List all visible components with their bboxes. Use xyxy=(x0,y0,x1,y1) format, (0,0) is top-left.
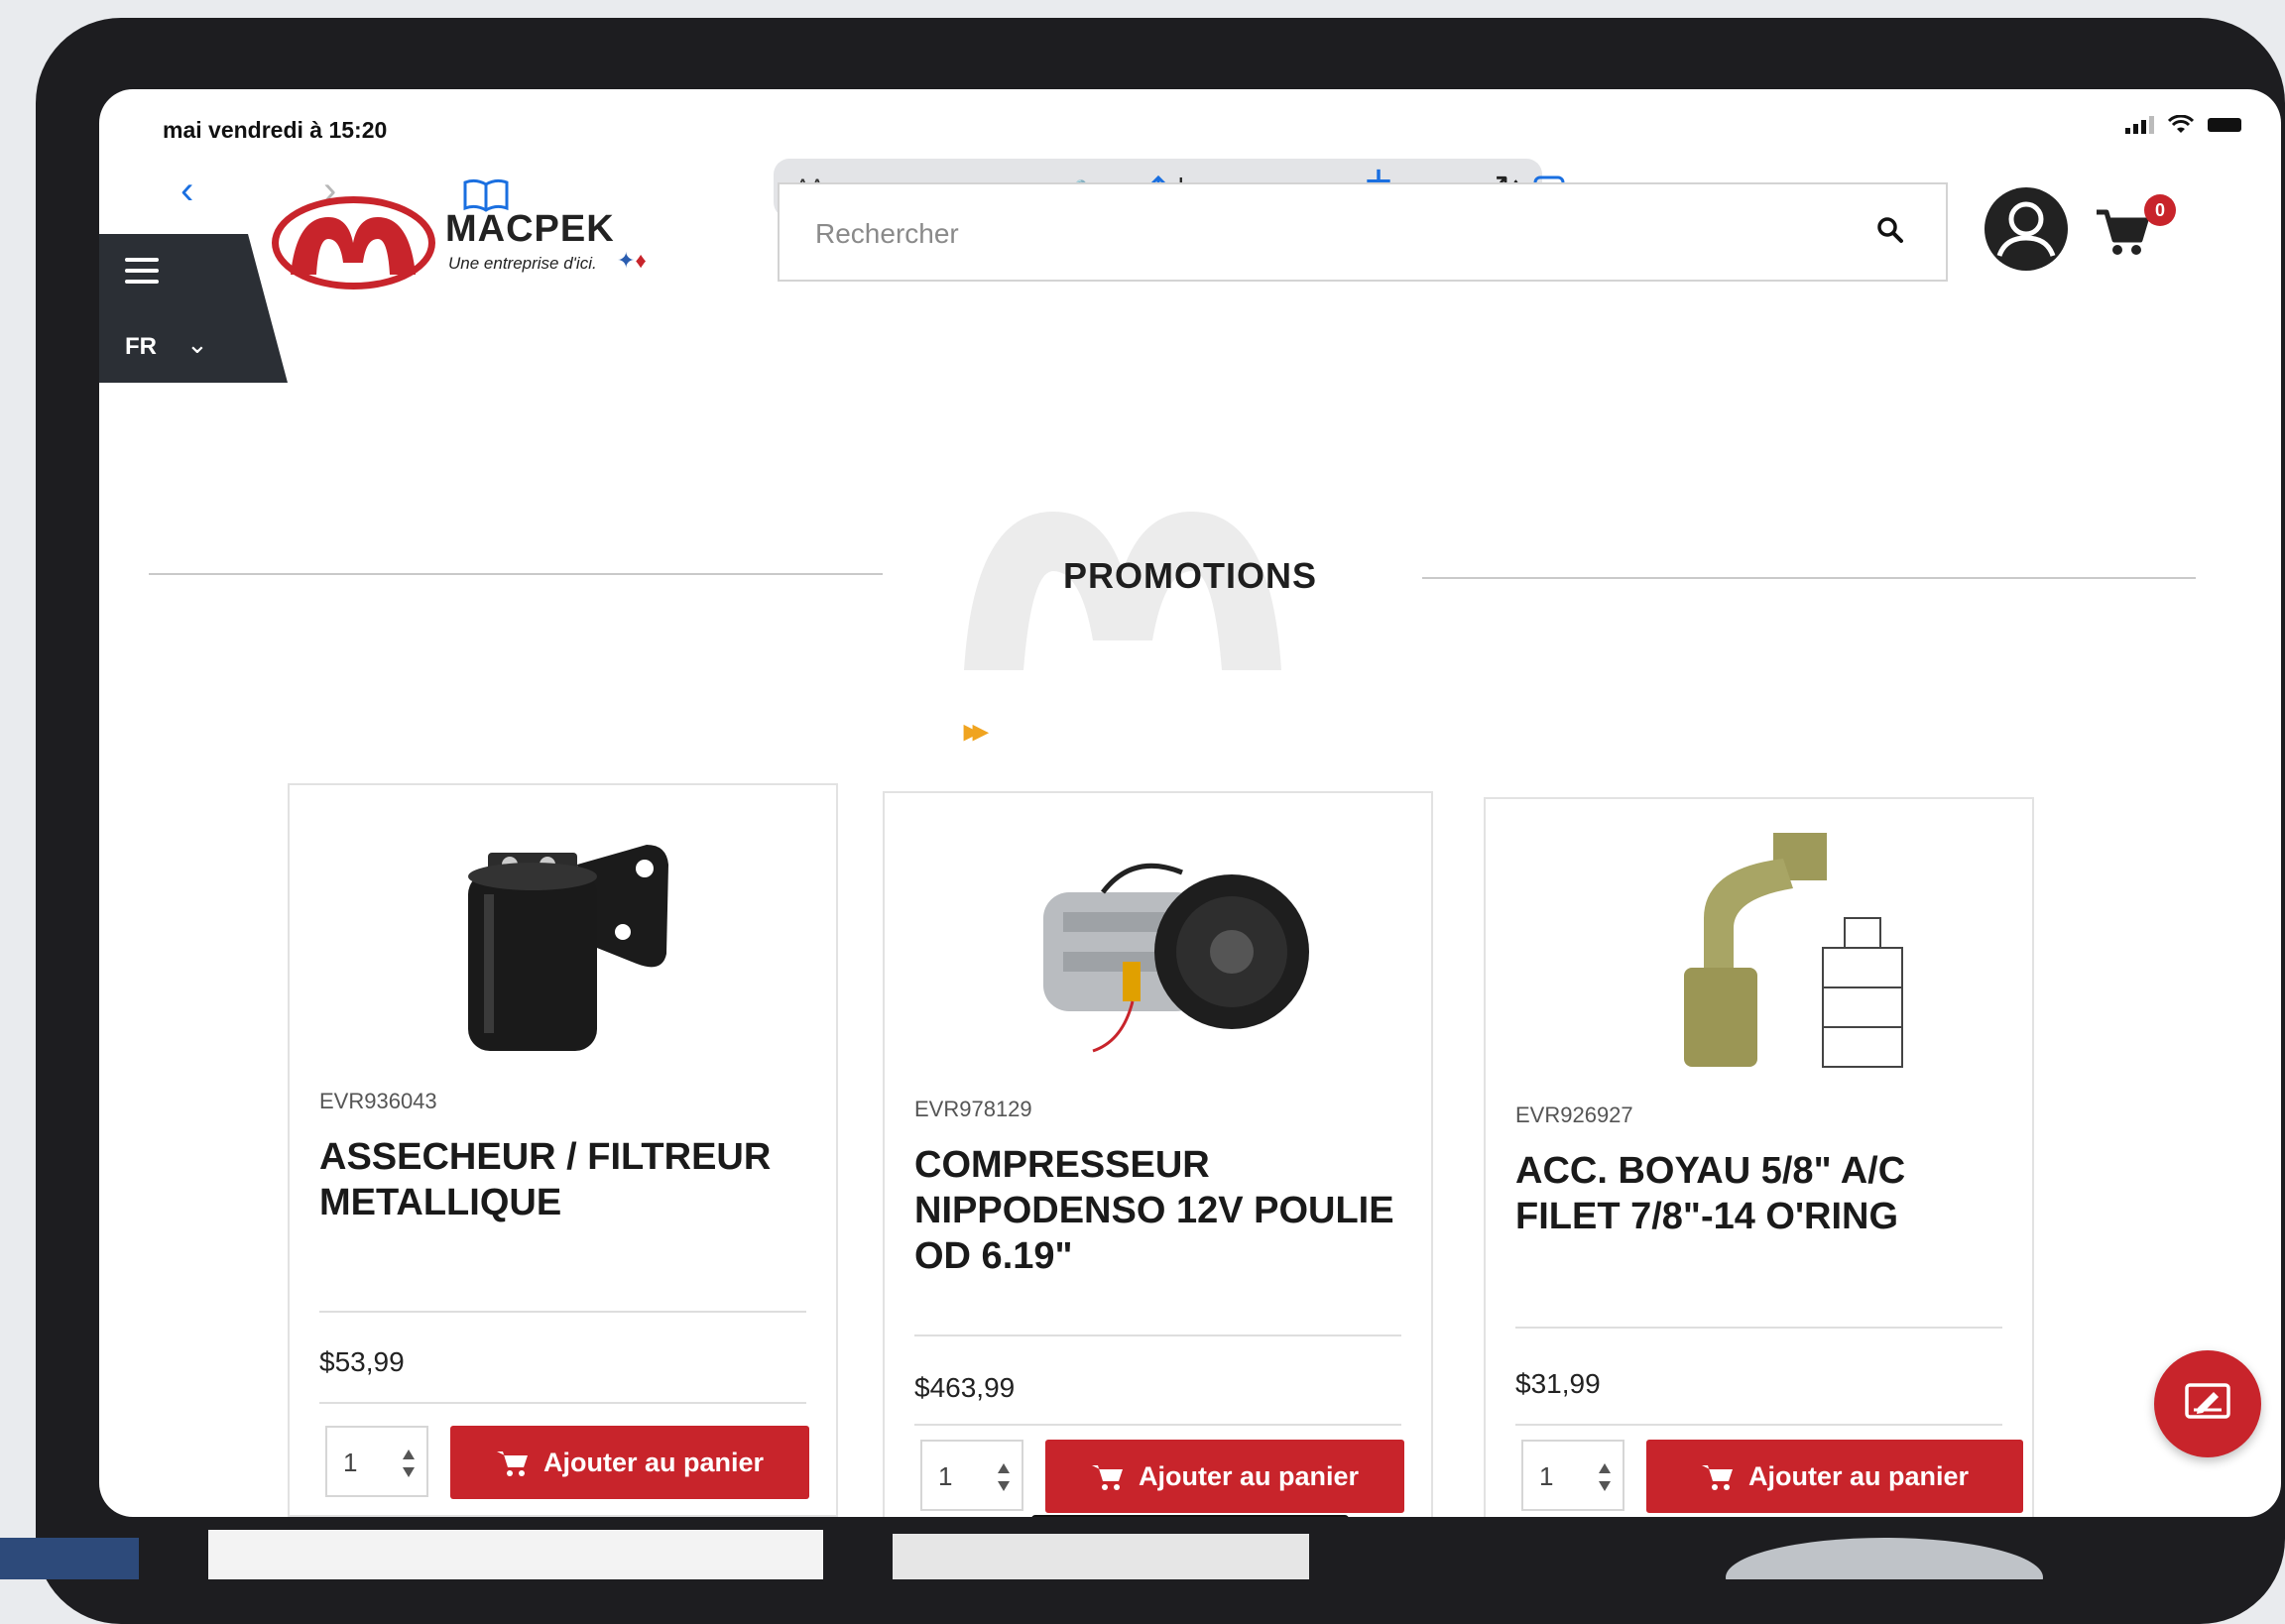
cart-icon xyxy=(1091,1465,1123,1490)
status-time: mai vendredi à 15:20 xyxy=(163,117,388,143)
status-icons xyxy=(2125,115,2241,135)
hamburger-icon[interactable] xyxy=(125,258,159,290)
add-to-cart-label: Ajouter au panier xyxy=(1138,1460,1360,1491)
product-card: EVR926927 ACC. BOYAU 5/8" A/C FILET 7/8"… xyxy=(1484,797,2034,1517)
product-image[interactable] xyxy=(1585,819,1932,1077)
divider xyxy=(1515,1327,2002,1329)
chevron-down-icon[interactable]: ⌄ xyxy=(186,329,208,360)
product-card: EVR936043 ASSECHEUR / FILTREUR METALLIQU… xyxy=(288,783,838,1517)
feedback-button[interactable] xyxy=(2154,1350,2261,1457)
battery-icon xyxy=(2208,118,2241,132)
product-name[interactable]: ACC. BOYAU 5/8" A/C FILET 7/8"-14 O'RING xyxy=(1515,1148,2011,1239)
cart-icon xyxy=(1701,1465,1733,1490)
feedback-icon xyxy=(2185,1383,2230,1419)
tablet-frame: mai vendredi à 15:20 ‹ › AA 🔒 xyxy=(36,18,2285,1624)
desk-items-decoration xyxy=(0,1530,2043,1579)
cart-count-badge: 0 xyxy=(2144,194,2176,226)
quantity-stepper[interactable] xyxy=(920,1440,1023,1511)
language-selector[interactable]: FR xyxy=(125,333,157,361)
quantity-stepper[interactable] xyxy=(1521,1440,1624,1511)
stepper-arrows-icon[interactable] xyxy=(1597,1457,1613,1497)
menu-panel: FR ⌄ xyxy=(99,234,288,383)
divider xyxy=(319,1311,806,1313)
product-image[interactable] xyxy=(984,813,1331,1071)
logo-emblem xyxy=(272,196,435,290)
divider xyxy=(914,1334,1401,1336)
add-to-cart-label: Ajouter au panier xyxy=(1747,1460,1970,1491)
divider xyxy=(319,1402,806,1404)
scroll-arrows-icon[interactable]: ▸▸ xyxy=(964,714,988,749)
stepper-arrows-icon[interactable] xyxy=(996,1457,1012,1497)
signal-icon xyxy=(2125,116,2154,134)
product-card: EVR978129 COMPRESSEUR NIPPODENSO 12V POU… xyxy=(883,791,1433,1517)
section-title: PROMOTIONS xyxy=(1062,555,1317,596)
quantity-stepper[interactable] xyxy=(325,1426,428,1497)
search-box xyxy=(778,182,1948,282)
quantity-input[interactable] xyxy=(341,1446,395,1479)
brand-logo[interactable]: MACPEK Une entreprise d'ici. ✦♦ xyxy=(272,196,688,315)
add-to-cart-button[interactable]: Ajouter au panier xyxy=(450,1426,809,1499)
home-indicator xyxy=(1031,1515,1349,1517)
product-price: $463,99 xyxy=(914,1372,1016,1403)
wifi-icon xyxy=(2168,115,2194,133)
back-icon[interactable]: ‹ xyxy=(180,171,193,210)
search-input[interactable] xyxy=(813,210,1809,258)
screen: mai vendredi à 15:20 ‹ › AA 🔒 xyxy=(99,89,2281,1517)
brand-tagline: Une entreprise d'ici. xyxy=(448,254,597,273)
account-icon[interactable] xyxy=(1984,186,2069,272)
divider xyxy=(914,1424,1401,1426)
quantity-input[interactable] xyxy=(936,1459,990,1493)
maple-leaf-icon: ✦♦ xyxy=(617,248,647,273)
add-to-cart-button[interactable]: Ajouter au panier xyxy=(1045,1440,1404,1513)
add-to-cart-label: Ajouter au panier xyxy=(542,1447,765,1477)
product-price: $31,99 xyxy=(1515,1368,1601,1399)
product-sku: EVR936043 xyxy=(319,1089,437,1113)
product-price: $53,99 xyxy=(319,1346,405,1377)
product-sku: EVR978129 xyxy=(914,1097,1032,1121)
cart-icon[interactable] xyxy=(2095,206,2150,258)
product-name[interactable]: ASSECHEUR / FILTREUR METALLIQUE xyxy=(319,1134,815,1225)
divider xyxy=(1515,1424,2002,1426)
product-sku: EVR926927 xyxy=(1515,1102,1633,1127)
cart-icon xyxy=(496,1451,528,1476)
stepper-arrows-icon[interactable] xyxy=(401,1444,417,1483)
add-to-cart-button[interactable]: Ajouter au panier xyxy=(1646,1440,2023,1513)
product-name[interactable]: COMPRESSEUR NIPPODENSO 12V POULIE OD 6.1… xyxy=(914,1142,1410,1279)
logo-m-icon xyxy=(291,217,416,275)
product-image[interactable] xyxy=(389,805,736,1063)
quantity-input[interactable] xyxy=(1537,1459,1591,1493)
search-icon[interactable] xyxy=(1876,216,1904,244)
brand-name: MACPEK xyxy=(445,208,615,250)
